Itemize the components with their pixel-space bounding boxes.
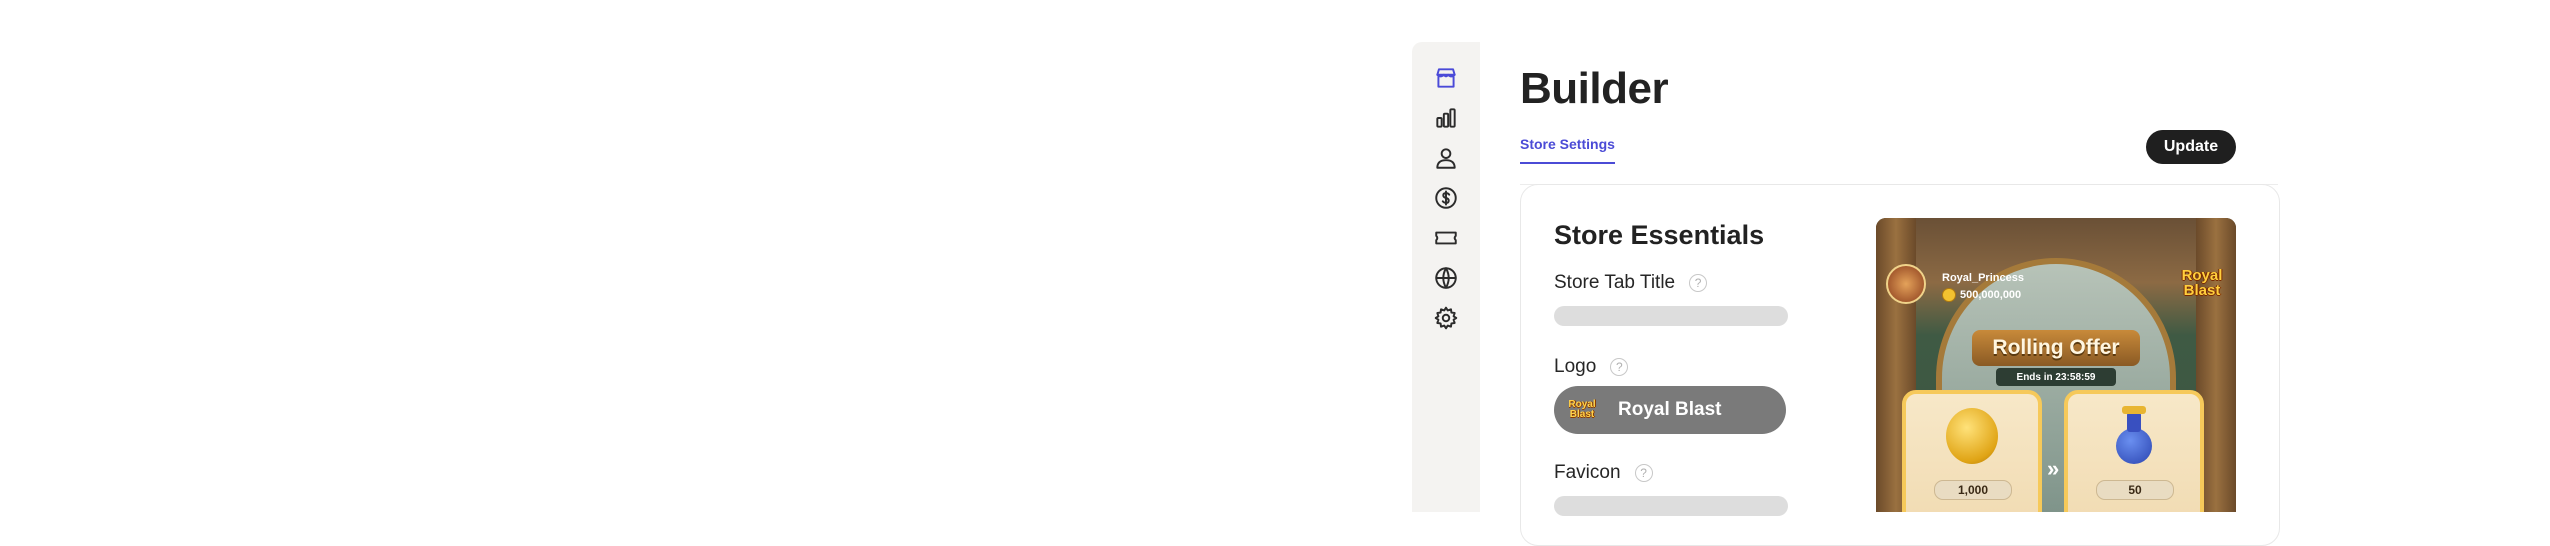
gold-coin-icon [1946, 408, 1998, 464]
game-logo: Royal Blast [2176, 268, 2228, 298]
coin-icon [1942, 288, 1956, 302]
store-tab-title-input[interactable] [1554, 306, 1788, 326]
player-avatar [1886, 264, 1926, 304]
favicon-label: Favicon ? [1554, 462, 1653, 484]
page-title: Builder [1520, 64, 1669, 113]
help-icon[interactable]: ? [1689, 274, 1708, 292]
game-logo-line2: Blast [2183, 282, 2221, 299]
logo-label-text: Logo [1554, 356, 1597, 377]
tab-store-settings[interactable]: Store Settings [1520, 136, 1615, 164]
bar-chart-icon[interactable] [1432, 104, 1460, 132]
offer-item-potion[interactable]: 50 [2064, 390, 2204, 512]
offer-title: Rolling Offer [1972, 330, 2140, 366]
royal-blast-logo-icon: Royal Blast [1564, 392, 1600, 428]
item-quantity: 50 [2096, 480, 2174, 500]
dollar-icon[interactable] [1432, 184, 1460, 212]
help-icon[interactable]: ? [1634, 464, 1653, 482]
store-tab-title-text: Store Tab Title [1554, 272, 1676, 293]
store-tab-title-label: Store Tab Title ? [1554, 272, 1708, 294]
player-coins: 500,000,000 [1942, 288, 2021, 302]
store-preview: Royal_Princess 500,000,000 Royal Blast R… [1876, 218, 2236, 512]
favicon-label-text: Favicon [1554, 462, 1621, 483]
section-title: Store Essentials [1554, 220, 1765, 250]
help-icon[interactable]: ? [1610, 358, 1629, 376]
store-icon[interactable] [1432, 64, 1460, 92]
potion-icon [2116, 406, 2152, 466]
logo-label: Logo ? [1554, 356, 1629, 378]
game-logo-line1: Royal [2181, 267, 2223, 284]
globe-icon[interactable] [1432, 264, 1460, 292]
sidebar [1412, 42, 1480, 512]
logo-name: Royal Blast [1618, 399, 1722, 420]
update-button[interactable]: Update [2146, 130, 2236, 164]
gear-icon[interactable] [1432, 304, 1460, 332]
logo-upload[interactable]: Royal Blast Royal Blast [1554, 386, 1786, 434]
logo-badge-line2: Blast [1569, 409, 1595, 420]
player-name: Royal_Princess [1942, 272, 2024, 284]
ticket-icon[interactable] [1432, 224, 1460, 252]
favicon-input[interactable] [1554, 496, 1788, 516]
offer-item-coins[interactable]: 1,000 [1902, 390, 2042, 512]
double-chevron-icon: » [2047, 456, 2060, 481]
offer-timer: Ends in 23:58:59 [1996, 368, 2116, 386]
user-icon[interactable] [1432, 144, 1460, 172]
player-coins-value: 500,000,000 [1960, 289, 2022, 301]
item-quantity: 1,000 [1934, 480, 2012, 500]
